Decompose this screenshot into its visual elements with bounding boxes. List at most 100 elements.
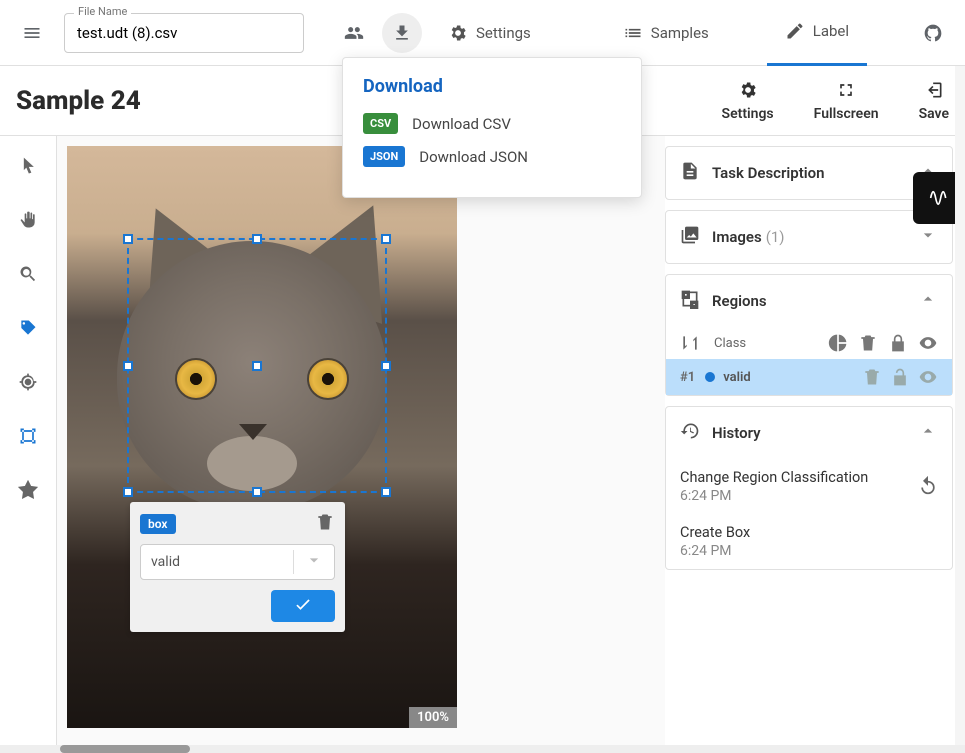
pie-icon[interactable] xyxy=(828,333,848,353)
region-number: #1 xyxy=(680,370,695,385)
history-icon xyxy=(680,421,700,441)
scrollbar-horizontal[interactable] xyxy=(0,745,965,753)
tab-settings[interactable]: Settings xyxy=(430,0,549,66)
resize-handle[interactable] xyxy=(381,487,391,497)
crosshair-icon xyxy=(18,372,38,392)
lock-icon[interactable] xyxy=(888,333,908,353)
download-button[interactable] xyxy=(382,13,422,53)
github-link[interactable] xyxy=(913,13,953,53)
polygon-icon xyxy=(18,480,38,500)
region-type-chip: box xyxy=(140,514,176,534)
sort-icon[interactable] xyxy=(680,333,700,353)
trash-icon[interactable] xyxy=(858,333,878,353)
tab-samples-label: Samples xyxy=(651,24,709,42)
fullscreen-action[interactable]: Fullscreen xyxy=(814,80,879,122)
list-icon xyxy=(623,23,643,43)
resize-handle[interactable] xyxy=(381,361,391,371)
scrollbar-vertical[interactable] xyxy=(955,66,965,745)
resize-handle[interactable] xyxy=(252,487,262,497)
undo-button[interactable] xyxy=(918,475,938,499)
images-count: (1) xyxy=(766,228,785,246)
lock-open-icon[interactable] xyxy=(890,367,910,387)
bounding-box-icon xyxy=(18,426,38,446)
history-item: Create Box 6:24 PM xyxy=(666,514,952,569)
download-json-button[interactable]: JSON Download JSON xyxy=(363,146,621,167)
people-icon xyxy=(344,23,364,43)
delete-region-button[interactable] xyxy=(315,512,335,536)
settings-action[interactable]: Settings xyxy=(722,80,774,122)
github-icon xyxy=(923,23,943,43)
trash-icon[interactable] xyxy=(862,367,882,387)
page-title: Sample 24 xyxy=(16,86,141,116)
download-csv-button[interactable]: CSV Download CSV xyxy=(363,113,621,134)
tab-label[interactable]: Label xyxy=(767,0,867,66)
tab-samples[interactable]: Samples xyxy=(605,0,727,66)
task-description-panel-header[interactable]: Task Description xyxy=(666,147,952,199)
download-title: Download xyxy=(363,76,621,97)
class-select[interactable]: valid xyxy=(140,544,335,580)
images-icon xyxy=(680,225,700,245)
regions-title: Regions xyxy=(712,292,767,310)
download-csv-label: Download CSV xyxy=(412,115,511,133)
history-item-title: Change Region Classification xyxy=(680,469,868,486)
resize-handle[interactable] xyxy=(123,487,133,497)
menu-button[interactable] xyxy=(12,13,52,53)
images-panel-header[interactable]: Images (1) xyxy=(666,211,952,263)
resize-handle[interactable] xyxy=(123,234,133,244)
region-class: valid xyxy=(723,370,750,385)
tag-icon xyxy=(18,318,38,338)
select-tool[interactable] xyxy=(16,154,40,178)
confirm-button[interactable] xyxy=(271,590,335,622)
box-tool[interactable] xyxy=(16,424,40,448)
class-select-value: valid xyxy=(151,554,180,570)
tab-settings-label: Settings xyxy=(476,24,531,42)
hand-icon xyxy=(18,210,38,230)
csv-badge: CSV xyxy=(363,113,398,134)
history-item-title: Create Box xyxy=(680,524,750,541)
history-item-time: 6:24 PM xyxy=(680,488,868,504)
gear-icon xyxy=(448,23,468,43)
history-panel-header[interactable]: History xyxy=(666,407,952,459)
polygon-tool[interactable] xyxy=(16,478,40,502)
filename-label: File Name xyxy=(74,5,131,18)
resize-handle[interactable] xyxy=(123,361,133,371)
images-title: Images xyxy=(712,228,762,246)
point-tool[interactable] xyxy=(16,370,40,394)
tag-tool[interactable] xyxy=(16,316,40,340)
region-edit-popup: box valid xyxy=(130,502,345,632)
tab-label-label: Label xyxy=(813,22,849,40)
scrollbar-thumb[interactable] xyxy=(60,745,190,753)
download-icon xyxy=(392,23,412,43)
zoom-indicator: 100% xyxy=(409,707,457,728)
resize-handle[interactable] xyxy=(381,234,391,244)
filename-input[interactable] xyxy=(64,13,304,53)
resize-handle[interactable] xyxy=(252,234,262,244)
image-canvas[interactable]: 100% xyxy=(67,146,457,728)
zoom-tool[interactable] xyxy=(16,262,40,286)
resize-handle[interactable] xyxy=(252,361,262,371)
trash-icon xyxy=(315,512,335,532)
history-title: History xyxy=(712,424,761,442)
region-icon xyxy=(680,289,700,309)
download-popover: Download CSV Download CSV JSON Download … xyxy=(342,57,642,198)
chevron-down-icon xyxy=(304,550,324,570)
history-item: Change Region Classification 6:24 PM xyxy=(666,459,952,514)
regions-panel-header[interactable]: Regions xyxy=(666,275,952,327)
pencil-icon xyxy=(785,21,805,41)
fullscreen-icon xyxy=(836,80,856,100)
pan-tool[interactable] xyxy=(16,208,40,232)
save-action[interactable]: Save xyxy=(919,80,949,122)
search-icon xyxy=(18,264,38,284)
chevron-up-icon xyxy=(918,289,938,309)
eye-icon[interactable] xyxy=(918,367,938,387)
region-row[interactable]: #1 valid xyxy=(666,359,952,395)
document-icon xyxy=(680,161,700,181)
gear-icon xyxy=(738,80,758,100)
eye-icon[interactable] xyxy=(918,333,938,353)
undo-icon xyxy=(918,475,938,495)
chevron-up-icon xyxy=(918,421,938,441)
collaborators-button[interactable] xyxy=(334,13,374,53)
json-badge: JSON xyxy=(363,146,405,167)
bounding-box[interactable] xyxy=(127,238,387,493)
hamburger-icon xyxy=(22,23,42,43)
